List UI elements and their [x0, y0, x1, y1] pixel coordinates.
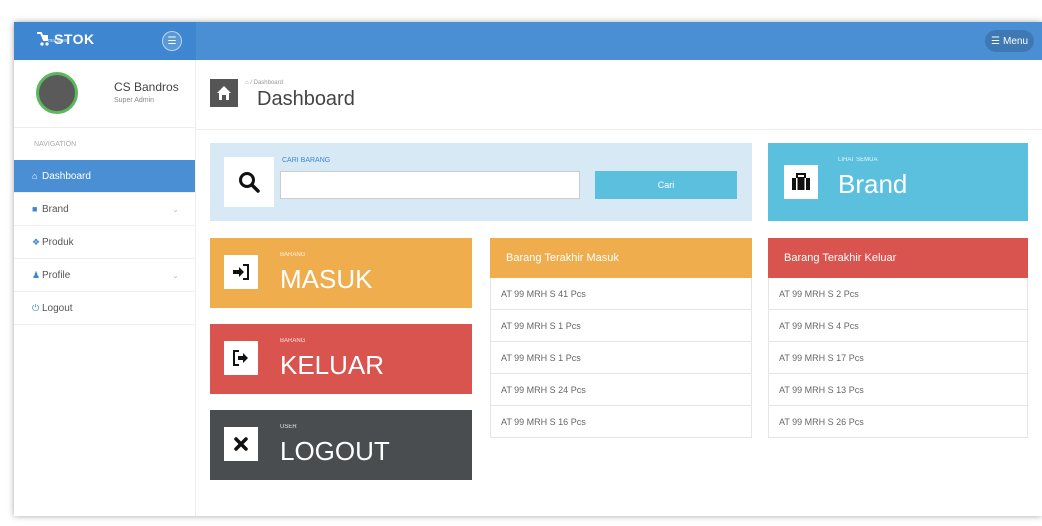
- list-item[interactable]: AT 99 MRH S 2 Pcs: [768, 278, 1028, 310]
- page-header: ⌂ / Dashboard Dashboard: [196, 60, 1042, 130]
- sidebar-item-label: Produk: [42, 236, 74, 248]
- keluar-tile-caption: BARANG: [280, 338, 306, 344]
- hamburger-icon: ☰: [167, 35, 177, 47]
- latest-outgoing-title: Barang Terakhir Keluar: [768, 238, 1028, 278]
- menu-button[interactable]: ☰ Menu: [985, 30, 1034, 52]
- list-item[interactable]: AT 99 MRH S 17 Pcs: [768, 342, 1028, 374]
- sidebar-item-dashboard[interactable]: ⌂ Dashboard: [14, 160, 195, 193]
- breadcrumb-current: Dashboard: [253, 80, 283, 86]
- list-item[interactable]: AT 99 MRH S 1 Pcs: [490, 342, 752, 374]
- list-item[interactable]: AT 99 MRH S 26 Pcs: [768, 406, 1028, 438]
- list-item[interactable]: AT 99 MRH S 16 Pcs: [490, 406, 752, 438]
- chevron-down-icon: ⌄: [172, 204, 179, 214]
- brand-tile[interactable]: LIHAT SEMUA Brand: [768, 143, 1028, 221]
- masuk-tile-title: MASUK: [280, 264, 373, 294]
- sidebar-item-produk[interactable]: ❖ Produk: [14, 226, 195, 259]
- sidebar: CS Bandros Super Admin NAVIGATION ⌂ Dash…: [14, 60, 196, 516]
- logout-tile-title: LOGOUT: [280, 436, 390, 466]
- latest-outgoing-panel: Barang Terakhir Keluar AT 99 MRH S 2 Pcs…: [768, 238, 1028, 438]
- search-label: CARI BARANG: [282, 157, 331, 164]
- menu-button-label: Menu: [1002, 35, 1028, 47]
- sign-out-icon: [233, 350, 248, 366]
- search-input[interactable]: [280, 171, 580, 199]
- sidebar-item-label: Brand: [42, 203, 69, 215]
- keluar-tile-title: KELUAR: [280, 350, 385, 380]
- list-item[interactable]: AT 99 MRH S 4 Pcs: [768, 310, 1028, 342]
- latest-incoming-title: Barang Terakhir Masuk: [490, 238, 752, 278]
- brand-tile-caption: LIHAT SEMUA: [838, 157, 878, 163]
- search-icon-box: [224, 157, 274, 207]
- page-icon-tile: [210, 79, 238, 107]
- brand-tile-title: Brand: [838, 169, 908, 199]
- home-icon: ⌂ /: [245, 80, 254, 86]
- power-icon: ⏻: [32, 302, 40, 313]
- logo-subtext: manager: [48, 38, 68, 44]
- user-panel: CS Bandros Super Admin: [14, 60, 195, 128]
- close-icon-box: [224, 427, 258, 461]
- sidebar-toggle-button[interactable]: ☰: [162, 31, 182, 51]
- chevron-down-icon: ⌄: [172, 270, 179, 280]
- list-item[interactable]: AT 99 MRH S 1 Pcs: [490, 310, 752, 342]
- logout-tile[interactable]: USER LOGOUT: [210, 410, 472, 480]
- sidebar-item-label: Profile: [42, 269, 71, 281]
- brand-area: STOK manager ☰: [14, 22, 196, 60]
- list-item[interactable]: AT 99 MRH S 41 Pcs: [490, 278, 752, 310]
- briefcase-icon-box: [784, 165, 818, 199]
- search-button[interactable]: Cari: [595, 171, 737, 199]
- briefcase-icon: ■: [32, 204, 38, 214]
- cubes-icon: ❖: [32, 236, 41, 247]
- sidebar-item-profile[interactable]: ♟ Profile ⌄: [14, 259, 195, 292]
- avatar: [36, 72, 78, 114]
- user-icon: ♟: [32, 269, 41, 280]
- sidebar-item-label: Dashboard: [42, 170, 91, 182]
- user-name: CS Bandros: [114, 80, 179, 94]
- home-icon: [217, 86, 231, 100]
- list-item[interactable]: AT 99 MRH S 13 Pcs: [768, 374, 1028, 406]
- search-icon: [239, 172, 260, 193]
- list-item[interactable]: AT 99 MRH S 24 Pcs: [490, 374, 752, 406]
- sign-in-icon-box: [224, 255, 258, 289]
- barang-keluar-tile[interactable]: BARANG KELUAR: [210, 324, 472, 394]
- latest-incoming-panel: Barang Terakhir Masuk AT 99 MRH S 41 Pcs…: [490, 238, 752, 438]
- sign-in-icon: [233, 264, 249, 280]
- top-navbar: STOK manager ☰ ☰ Menu: [14, 22, 1042, 60]
- barang-masuk-tile[interactable]: BARANG MASUK: [210, 238, 472, 308]
- briefcase-icon: [792, 173, 810, 190]
- search-panel: CARI BARANG Cari: [210, 143, 752, 221]
- list-icon: ☰: [991, 35, 1000, 47]
- page-title: Dashboard: [257, 88, 355, 110]
- sign-out-icon-box: [224, 341, 258, 375]
- masuk-tile-caption: BARANG: [280, 252, 306, 258]
- user-role: Super Admin: [114, 97, 155, 104]
- close-icon: [234, 437, 248, 451]
- sidebar-item-label: Logout: [42, 302, 73, 314]
- sidebar-item-brand[interactable]: ■ Brand ⌄: [14, 193, 195, 226]
- logout-tile-caption: USER: [280, 424, 297, 430]
- breadcrumb: ⌂ / Dashboard: [245, 80, 283, 86]
- app-window: STOK manager ☰ ☰ Menu CS Bandros Super A…: [14, 22, 1042, 516]
- sidebar-item-logout[interactable]: ⏻ Logout: [14, 292, 195, 325]
- home-icon: ⌂: [32, 171, 38, 181]
- nav-header: NAVIGATION: [34, 141, 77, 148]
